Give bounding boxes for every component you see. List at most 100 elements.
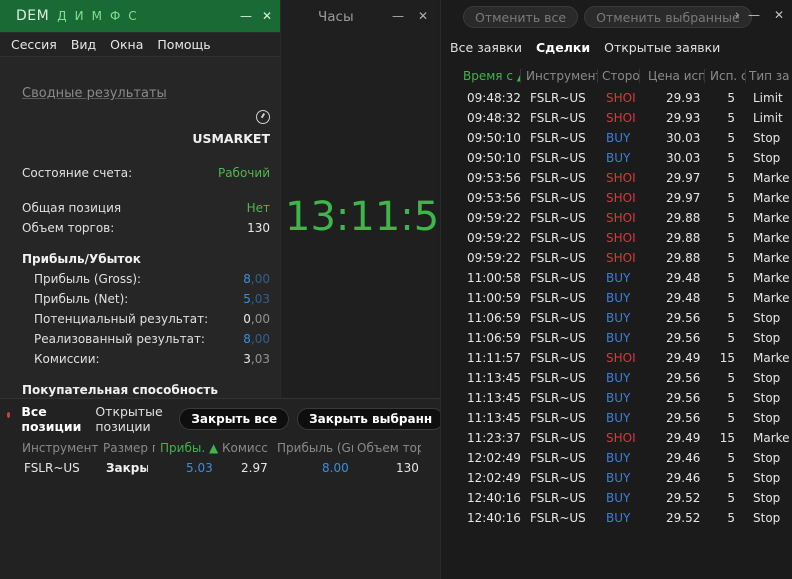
cell-time: 09:48:32: [467, 91, 521, 105]
table-row[interactable]: 11:00:58 FSLR~US BUY 29.48 5 Marke: [441, 268, 792, 288]
menu-session[interactable]: Сессия: [4, 37, 64, 52]
col-time-sorted[interactable]: Время с ▲: [463, 69, 521, 83]
account-title-bar[interactable]: DEM Д И М Ф С — ✕: [0, 0, 280, 33]
minimize-icon[interactable]: —: [392, 9, 404, 23]
table-row[interactable]: 11:06:59 FSLR~US BUY 29.56 5 Stop: [441, 328, 792, 348]
menu-view[interactable]: Вид: [64, 37, 103, 52]
quick-letter-f[interactable]: Ф: [110, 9, 120, 23]
cell-exec-qty: 15: [719, 431, 735, 445]
col-profit-sorted[interactable]: Прибы. ▲: [160, 441, 218, 455]
cell-order-type: Marke: [753, 191, 790, 205]
col-volume[interactable]: Объем тор: [357, 441, 421, 455]
table-row[interactable]: FSLR~US Закрыт 5.03 2.97 8.00 130: [0, 461, 440, 481]
chevron-right-icon[interactable]: ›: [735, 8, 740, 23]
cell-instrument: FSLR~US: [530, 451, 586, 465]
table-row[interactable]: 11:06:59 FSLR~US BUY 29.56 5 Stop: [441, 308, 792, 328]
table-row[interactable]: 11:11:57 FSLR~US SHOI 29.49 15 Marke: [441, 348, 792, 368]
cell-exec-qty: 5: [727, 311, 735, 325]
close-all-button[interactable]: Закрыть все: [179, 408, 290, 430]
col-size[interactable]: Размер г: [103, 441, 155, 455]
table-row[interactable]: 12:02:49 FSLR~US BUY 29.46 5 Stop: [441, 448, 792, 468]
table-row[interactable]: 11:23:37 FSLR~US SHOI 29.49 15 Marke: [441, 428, 792, 448]
col-side[interactable]: Сторо: [602, 69, 640, 83]
pnl-section-title: Прибыль/Убыток: [22, 252, 141, 266]
cell-exec-qty: 5: [727, 171, 735, 185]
table-row[interactable]: 11:13:45 FSLR~US BUY 29.56 5 Stop: [441, 388, 792, 408]
cell-exec-qty: 5: [727, 511, 735, 525]
menu-windows[interactable]: Окна: [103, 37, 150, 52]
table-row[interactable]: 09:59:22 FSLR~US SHOI 29.88 5 Marke: [441, 208, 792, 228]
cell-order-type: Stop: [753, 391, 781, 405]
quick-letter-m[interactable]: М: [92, 9, 102, 23]
cell-exec-price: 29.48: [666, 271, 701, 285]
cell-exec-price: 29.88: [666, 251, 701, 265]
tab-all-orders[interactable]: Все заявки: [450, 40, 522, 55]
table-row[interactable]: 09:59:22 FSLR~US SHOI 29.88 5 Marke: [441, 228, 792, 248]
gauge-icon[interactable]: [256, 110, 270, 124]
quick-letter-i[interactable]: И: [75, 9, 84, 23]
table-row[interactable]: 09:48:32 FSLR~US SHOI 29.93 5 Limit: [441, 108, 792, 128]
cell-side: BUY: [606, 331, 631, 345]
cell-order-type: Stop: [753, 371, 781, 385]
col-instrument[interactable]: Инструмент: [526, 69, 598, 83]
cell-instrument: FSLR~US: [530, 111, 586, 125]
tab-all-positions[interactable]: Все позиции: [21, 404, 81, 434]
close-icon[interactable]: ✕: [418, 9, 428, 23]
col-exec-price[interactable]: Цена исп: [648, 69, 705, 83]
col-commission[interactable]: Комисс: [222, 441, 272, 455]
table-row[interactable]: 09:48:32 FSLR~US SHOI 29.93 5 Limit: [441, 88, 792, 108]
table-row[interactable]: 11:13:45 FSLR~US BUY 29.56 5 Stop: [441, 368, 792, 388]
minimize-icon[interactable]: —: [748, 8, 760, 22]
tab-open-orders[interactable]: Открытые заявки: [604, 40, 720, 55]
sort-up-icon: ▲: [513, 69, 520, 83]
total-position-label: Общая позиция: [22, 201, 122, 215]
cancel-selected-button[interactable]: Отменить выбранные: [584, 6, 752, 28]
cell-exec-qty: 5: [727, 291, 735, 305]
table-row[interactable]: 09:53:56 FSLR~US SHOI 29.97 5 Marke: [441, 168, 792, 188]
table-row[interactable]: 09:50:10 FSLR~US BUY 30.03 5 Stop: [441, 128, 792, 148]
cell-time: 11:06:59: [467, 331, 521, 345]
clock-title-bar[interactable]: Часы — ✕: [281, 0, 438, 33]
cell-order-type: Marke: [753, 171, 790, 185]
cell-order-type: Stop: [753, 411, 781, 425]
pnl-value-dec: ,03: [250, 292, 270, 306]
minimize-icon[interactable]: —: [240, 9, 252, 23]
tab-open-positions[interactable]: Открытые позиции: [95, 404, 165, 434]
cell-side: SHOI: [606, 231, 636, 245]
cell-time: 09:53:56: [467, 191, 521, 205]
cell-instrument: FSLR~US: [530, 191, 586, 205]
cell-exec-qty: 5: [727, 191, 735, 205]
table-row[interactable]: 11:13:45 FSLR~US BUY 29.56 5 Stop: [441, 408, 792, 428]
cell-side: SHOI: [606, 171, 636, 185]
summary-title-link[interactable]: Сводные результаты: [22, 86, 167, 101]
menu-help[interactable]: Помощь: [150, 37, 217, 52]
table-row[interactable]: 09:50:10 FSLR~US BUY 30.03 5 Stop: [441, 148, 792, 168]
col-order-type[interactable]: Тип за: [749, 69, 792, 83]
cell-side: BUY: [606, 371, 631, 385]
col-exec-qty[interactable]: Исп. с: [710, 69, 746, 83]
trades-tabs: Все заявки Сделки Открытые заявки: [450, 40, 720, 55]
close-selected-button[interactable]: Закрыть выбранн: [297, 408, 440, 430]
cell-instrument: FSLR~US: [530, 211, 586, 225]
table-row[interactable]: 12:40:16 FSLR~US BUY 29.52 5 Stop: [441, 508, 792, 528]
cell-exec-price: 29.56: [666, 391, 701, 405]
col-instrument[interactable]: Инструмент: [22, 441, 98, 455]
table-row[interactable]: 09:53:56 FSLR~US SHOI 29.97 5 Marke: [441, 188, 792, 208]
cell-exec-price: 29.88: [666, 231, 701, 245]
cell-side: BUY: [606, 451, 631, 465]
table-row[interactable]: 12:02:49 FSLR~US BUY 29.46 5 Stop: [441, 468, 792, 488]
pnl-value-dec: ,03: [250, 352, 270, 366]
cancel-all-button[interactable]: Отменить все: [463, 6, 579, 28]
quick-letter-d[interactable]: Д: [57, 9, 66, 23]
table-row[interactable]: 12:40:16 FSLR~US BUY 29.52 5 Stop: [441, 488, 792, 508]
quick-letter-s[interactable]: С: [128, 9, 136, 23]
table-row[interactable]: 09:59:22 FSLR~US SHOI 29.88 5 Marke: [441, 248, 792, 268]
cell-order-type: Stop: [753, 471, 781, 485]
tab-trades[interactable]: Сделки: [536, 40, 590, 55]
close-icon[interactable]: ✕: [262, 9, 272, 23]
table-row[interactable]: 11:00:59 FSLR~US BUY 29.48 5 Marke: [441, 288, 792, 308]
col-profit-gross[interactable]: Прибыль (Gr: [277, 441, 353, 455]
cell-time: 09:50:10: [467, 131, 521, 145]
close-icon[interactable]: ✕: [774, 8, 784, 22]
pnl-row: Прибыль (Net): 5,03: [34, 290, 270, 308]
